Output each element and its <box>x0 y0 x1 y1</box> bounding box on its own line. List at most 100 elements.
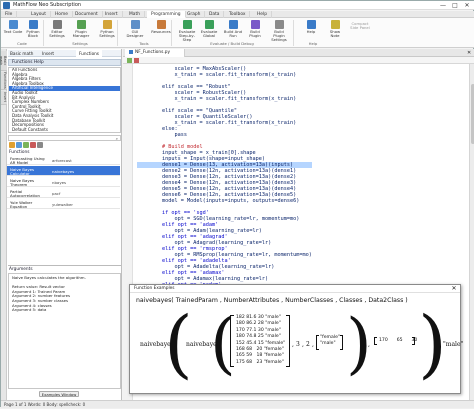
python-settings-button[interactable]: Python Settings <box>97 20 117 40</box>
plugin-manager-button[interactable]: Plugin Manager <box>71 20 91 40</box>
code-line[interactable]: model = Model(inputs=inputs, outputs=den… <box>137 198 312 204</box>
category-item[interactable]: Default Constants <box>9 127 120 132</box>
build-run-button[interactable]: Build And Run <box>223 20 243 40</box>
arg-number-classes: 2 <box>306 341 310 348</box>
code-line[interactable]: x_train = scaler.fit_transform(x_train) <box>137 96 312 102</box>
ribbon-button-label: Show Note <box>329 29 341 38</box>
ribbon-button-label: Text Code <box>3 29 23 34</box>
filter-icon[interactable] <box>37 142 43 148</box>
maximize-button[interactable]: □ <box>449 1 461 10</box>
evaluate-step-icon <box>182 20 192 29</box>
classes-right-bracket <box>340 335 343 350</box>
help-icon <box>306 20 316 29</box>
app-logo-icon <box>3 2 10 9</box>
editor-settings-button[interactable]: Editor Settings <box>47 20 67 40</box>
ribbon-button-label: Help <box>306 29 316 34</box>
arg-separator-3: , <box>312 341 314 348</box>
left-tab-basic-math[interactable]: Basic math <box>10 50 33 57</box>
document-tab-bar: NF_Functions.py ✕ <box>123 49 474 57</box>
ribbon-button-label: Python Settings <box>99 29 115 38</box>
python-block-button[interactable]: Python Block <box>23 20 43 40</box>
tab-home[interactable]: Home <box>51 11 73 18</box>
matrix-row: 180 86.2 28 "male" <box>236 321 281 327</box>
arg-separator-1: , <box>292 341 294 348</box>
evaluate-step-button[interactable]: Evaluate Step-by-Step <box>177 20 197 42</box>
category-list[interactable]: All Functions Algebra Algebra Filters Algeb… <box>8 67 121 133</box>
ribbon-group-label: Help <box>308 41 318 46</box>
left-tab-functions[interactable]: Functions <box>76 50 102 57</box>
data-right-bracket <box>412 337 415 345</box>
class-male: "male" <box>320 341 336 347</box>
doc-close-icon[interactable]: ✕ <box>467 49 471 57</box>
function-search-input[interactable]: ⌕ <box>8 135 121 141</box>
text-code-icon <box>8 20 18 29</box>
evaluate-global-button[interactable]: Evaluate Global <box>199 20 219 40</box>
tab-toolbox[interactable]: Toolbox <box>225 11 251 18</box>
doc-tab-label: NF_Functions.py <box>135 50 170 55</box>
function-examples-dialog: Function Examples ✕ naivebayes( TrainedP… <box>129 284 463 394</box>
ribbon-button-label: Plugin Manager <box>72 29 90 38</box>
list-toolbar <box>8 142 121 149</box>
tab-insert[interactable]: Insert <box>101 11 123 18</box>
build-plugin-settings-button[interactable]: Build Plugin Settings <box>269 20 289 42</box>
function-name: Naive Bayes Theorem <box>10 178 35 187</box>
add-icon[interactable] <box>23 142 29 148</box>
function-name: Yule Walker Equation <box>10 200 33 209</box>
tab-layout[interactable]: Layout <box>27 11 51 18</box>
tab-file[interactable]: File <box>1 11 18 18</box>
title-bar: MathFlow Neo Subscription — □ ✕ <box>1 1 474 10</box>
arg-separator-2: , <box>302 341 304 348</box>
matrix-left-bracket <box>230 315 234 367</box>
compact-side-panel-toggle[interactable]: Compact Side Panel <box>347 22 373 30</box>
resources-button[interactable]: Resources <box>151 20 171 40</box>
classes-vector: "female" "male" <box>320 335 340 348</box>
run-icon[interactable] <box>127 58 132 63</box>
argument-line: Argument 5: data <box>12 307 47 313</box>
minimize-button[interactable]: — <box>437 1 449 10</box>
tab-data[interactable]: Data <box>205 11 225 18</box>
data-value: 65 <box>396 338 403 343</box>
python-file-icon <box>129 49 133 54</box>
tab-math[interactable]: Math <box>125 11 145 18</box>
gui-designer-button[interactable]: GUI Designer <box>125 20 145 40</box>
function-list-item[interactable]: Forecasting Using AR Model arforecast <box>7 155 120 165</box>
matrix-right-bracket <box>286 315 290 367</box>
left-tab-insert[interactable]: Insert <box>42 50 54 57</box>
build-plugin-icon <box>250 20 260 29</box>
python-settings-icon <box>102 20 112 29</box>
help-button[interactable]: Help <box>301 20 321 40</box>
function-name: Forecasting Using AR Model <box>10 156 45 165</box>
show-note-button[interactable]: Show Note <box>325 20 345 40</box>
dialog-close-button[interactable]: ✕ <box>450 285 458 293</box>
ribbon-group-label: Tools <box>139 41 149 46</box>
stop-icon[interactable] <box>134 58 139 63</box>
close-button[interactable]: ✕ <box>461 1 473 10</box>
function-list-item[interactable]: Partial Autocorrelation pacf <box>7 188 120 198</box>
build-plugin-button[interactable]: Build Plugin <box>245 20 265 40</box>
info-icon[interactable] <box>16 142 22 148</box>
arguments-box: Naive Bayes calculates the algorithm. Ret… <box>8 273 121 389</box>
tab-help[interactable]: Help <box>253 11 273 18</box>
function-list-item[interactable]: Naive Bayes Theorem nbayes <box>7 177 120 187</box>
star-icon[interactable] <box>9 142 15 148</box>
code-line[interactable]: x_train = scaler.fit_transform(x_train) <box>137 72 312 78</box>
ribbon-toolbar: Text Code Python Block Editor Settings Plug… <box>1 18 474 48</box>
ribbon-button-label: Python Block <box>26 29 40 38</box>
classes-left-bracket <box>316 335 319 350</box>
examples-window-button[interactable]: Examples Window <box>39 391 79 397</box>
remove-icon[interactable] <box>30 142 36 148</box>
function-list-item[interactable]: Naive Bayes Calculator naivebayes <box>7 166 120 176</box>
function-list-item[interactable]: Yule Walker Equation yulewalker <box>7 199 120 209</box>
tab-graph[interactable]: Graph <box>183 11 206 18</box>
resources-icon <box>156 20 166 29</box>
tab-document[interactable]: Document <box>71 11 103 18</box>
editor-scrollbar[interactable] <box>469 64 474 400</box>
text-code-button[interactable]: Text Code <box>3 20 23 40</box>
window-title: MathFlow Neo Subscription <box>13 2 82 8</box>
function-name: Naive Bayes Calculator <box>10 167 35 176</box>
function-id: nbayes <box>52 180 67 185</box>
doc-tab-nf-functions[interactable]: NF_Functions.py <box>125 49 185 57</box>
function-id: yulewalker <box>52 202 73 207</box>
tab-programming[interactable]: Programming <box>147 11 186 18</box>
ribbon-group-label: Settings <box>72 41 88 46</box>
